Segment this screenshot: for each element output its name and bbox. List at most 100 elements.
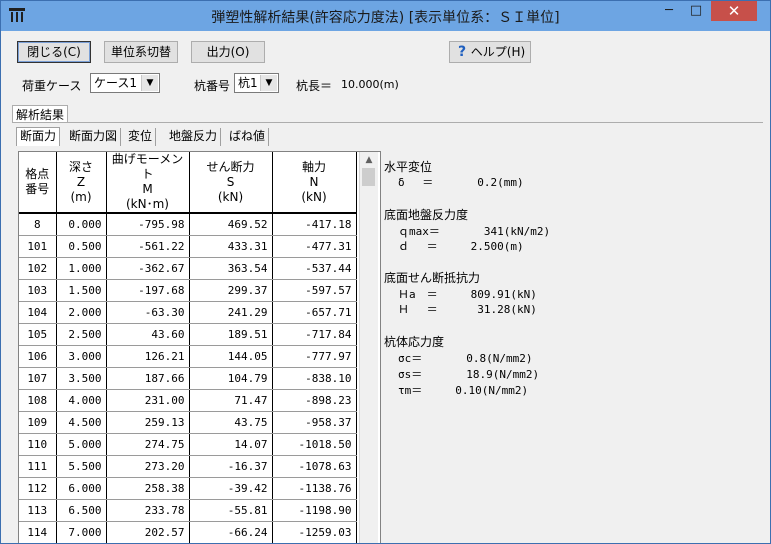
table-row[interactable]: 113 6.500 233.78 -55.81 -1198.90 [19,499,357,522]
cell-moment: -197.68 [106,279,190,302]
cell-axial: -717.84 [272,323,357,346]
cell-shear: 43.75 [189,411,273,434]
d-value: ｄ ＝ 2.500(m) [398,240,524,253]
cell-axial: -1138.76 [272,477,357,500]
table-scrollbar[interactable]: ▲ ▼ [359,152,378,543]
cell-depth: 6.000 [56,477,107,500]
column-header-axial[interactable]: 軸力 N (kN) [272,152,357,214]
section-force-table-panel[interactable]: 格点 番号 深さ Z (m) 曲げモーメント M (kN･m) せん断力 S (kN) 軸力 N… [18,151,381,543]
h-value: Ｈ ＝ 31.28(kN) [398,303,537,316]
table-row[interactable]: 104 2.000 -63.30 241.29 -657.71 [19,301,357,324]
cell-node: 108 [19,389,57,412]
tab-spring-value[interactable]: ばね値 [226,128,270,146]
tab-ground-reaction[interactable]: 地盤反力 [166,128,222,146]
cell-axial: -537.44 [272,257,357,280]
table-row[interactable]: 107 3.500 187.66 104.79 -838.10 [19,367,357,390]
cell-depth: 3.500 [56,367,107,390]
cell-moment: -561.22 [106,235,190,258]
scroll-up-icon[interactable]: ▲ [360,152,378,168]
table-row[interactable]: 110 5.000 274.75 14.07 -1018.50 [19,433,357,456]
cell-moment: -362.67 [106,257,190,280]
cell-moment: 274.75 [106,433,190,456]
output-button[interactable]: 出力(O) [191,41,265,63]
tab-section-force[interactable]: 断面力 [16,127,61,146]
column-header-node[interactable]: 格点 番号 [19,152,57,214]
summary-panel: 水平変位 δ ＝ 0.2(mm) 底面地盤反力度 ｑmax＝ 341(kN/m2… [381,151,763,537]
cell-axial: -1078.63 [272,455,357,478]
cell-axial: -1259.03 [272,521,357,543]
sigma-s-value: σs＝ 18.9(N/mm2) [398,368,540,381]
table-row[interactable]: 112 6.000 258.38 -39.42 -1138.76 [19,477,357,500]
table-row[interactable]: 105 2.500 43.60 189.51 -717.84 [19,323,357,346]
cell-axial: -958.37 [272,411,357,434]
cell-node: 8 [19,213,57,236]
cell-depth: 0.500 [56,235,107,258]
pile-no-select[interactable]: 杭1 ▼ [234,73,279,93]
scroll-thumb[interactable] [362,168,375,186]
client-area: 閉じる(C) 単位系切替 出力(O) ? ヘルプ(H) 荷重ケース ケース1 ▼… [8,31,763,543]
cell-depth: 1.500 [56,279,107,302]
chevron-down-icon[interactable]: ▼ [141,75,158,91]
title-bar[interactable]: 弾塑性解析結果(許容応力度法) [表示単位系：ＳＩ単位] ─ □ ✕ [1,1,770,31]
cell-depth: 7.000 [56,521,107,543]
cell-moment: 273.20 [106,455,190,478]
column-header-shear[interactable]: せん断力 S (kN) [189,152,273,214]
maximize-button[interactable]: □ [683,1,709,21]
close-button[interactable]: 閉じる(C) [17,41,91,63]
table-body: 8 0.000 -795.98 469.52 -417.18 101 0.500 -561.2… [19,213,357,543]
column-header-depth[interactable]: 深さ Z (m) [56,152,107,214]
table-row[interactable]: 106 3.000 126.21 144.05 -777.97 [19,345,357,368]
pile-length-label: 杭長＝ [296,79,333,93]
bottom-shear-title: 底面せん断抵抗力 [384,271,481,285]
column-header-moment[interactable]: 曲げモーメント M (kN･m) [106,152,190,214]
sigma-c-value: σc＝ 0.8(N/mm2) [398,352,533,365]
delta-value: δ ＝ 0.2(mm) [398,176,524,189]
cell-node: 103 [19,279,57,302]
cell-moment: -795.98 [106,213,190,236]
tab-displacement[interactable]: 変位 [125,128,157,146]
table-row[interactable]: 103 1.500 -197.68 299.37 -597.57 [19,279,357,302]
qmax-value: ｑmax＝ 341(kN/m2) [398,225,551,238]
minimize-button[interactable]: ─ [656,1,682,21]
cell-depth: 3.000 [56,345,107,368]
cell-axial: -477.31 [272,235,357,258]
close-window-button[interactable]: ✕ [711,1,757,21]
table-row[interactable]: 102 1.000 -362.67 363.54 -537.44 [19,257,357,280]
cell-moment: 43.60 [106,323,190,346]
table-row[interactable]: 114 7.000 202.57 -66.24 -1259.03 [19,521,357,543]
cell-depth: 0.000 [56,213,107,236]
table-row[interactable]: 8 0.000 -795.98 469.52 -417.18 [19,213,357,236]
cell-depth: 5.000 [56,433,107,456]
table-row[interactable]: 109 4.500 259.13 43.75 -958.37 [19,411,357,434]
cell-axial: -417.18 [272,213,357,236]
cell-moment: 258.38 [106,477,190,500]
cell-shear: 433.31 [189,235,273,258]
tab-section-force-diagram[interactable]: 断面力図 [66,128,122,146]
cell-axial: -657.71 [272,301,357,324]
cell-axial: -597.57 [272,279,357,302]
help-button[interactable]: ? ヘルプ(H) [449,41,531,63]
table-row[interactable]: 101 0.500 -561.22 433.31 -477.31 [19,235,357,258]
cell-node: 111 [19,455,57,478]
chevron-down-icon[interactable]: ▼ [260,75,277,91]
cell-shear: 104.79 [189,367,273,390]
cell-depth: 1.000 [56,257,107,280]
tau-m-value: τm＝ 0.10(N/mm2) [398,384,529,397]
bottom-reaction-title: 底面地盤反力度 [384,208,469,222]
cell-node: 107 [19,367,57,390]
load-case-label: 荷重ケース [22,79,82,93]
load-case-select[interactable]: ケース1 ▼ [90,73,160,93]
table-row[interactable]: 111 5.500 273.20 -16.37 -1078.63 [19,455,357,478]
unit-switch-button[interactable]: 単位系切替 [104,41,178,63]
cell-node: 102 [19,257,57,280]
cell-moment: 126.21 [106,345,190,368]
window-title: 弾塑性解析結果(許容応力度法) [表示単位系：ＳＩ単位] [211,10,560,26]
cell-moment: -63.30 [106,301,190,324]
cell-shear: 71.47 [189,389,273,412]
pile-stress-title: 杭体応力度 [384,335,445,349]
pile-no-label: 杭番号 [194,79,231,93]
pile-no-value: 杭1 [238,76,258,90]
cell-axial: -898.23 [272,389,357,412]
table-row[interactable]: 108 4.000 231.00 71.47 -898.23 [19,389,357,412]
tab-analysis-results[interactable]: 解析結果 [12,105,69,123]
